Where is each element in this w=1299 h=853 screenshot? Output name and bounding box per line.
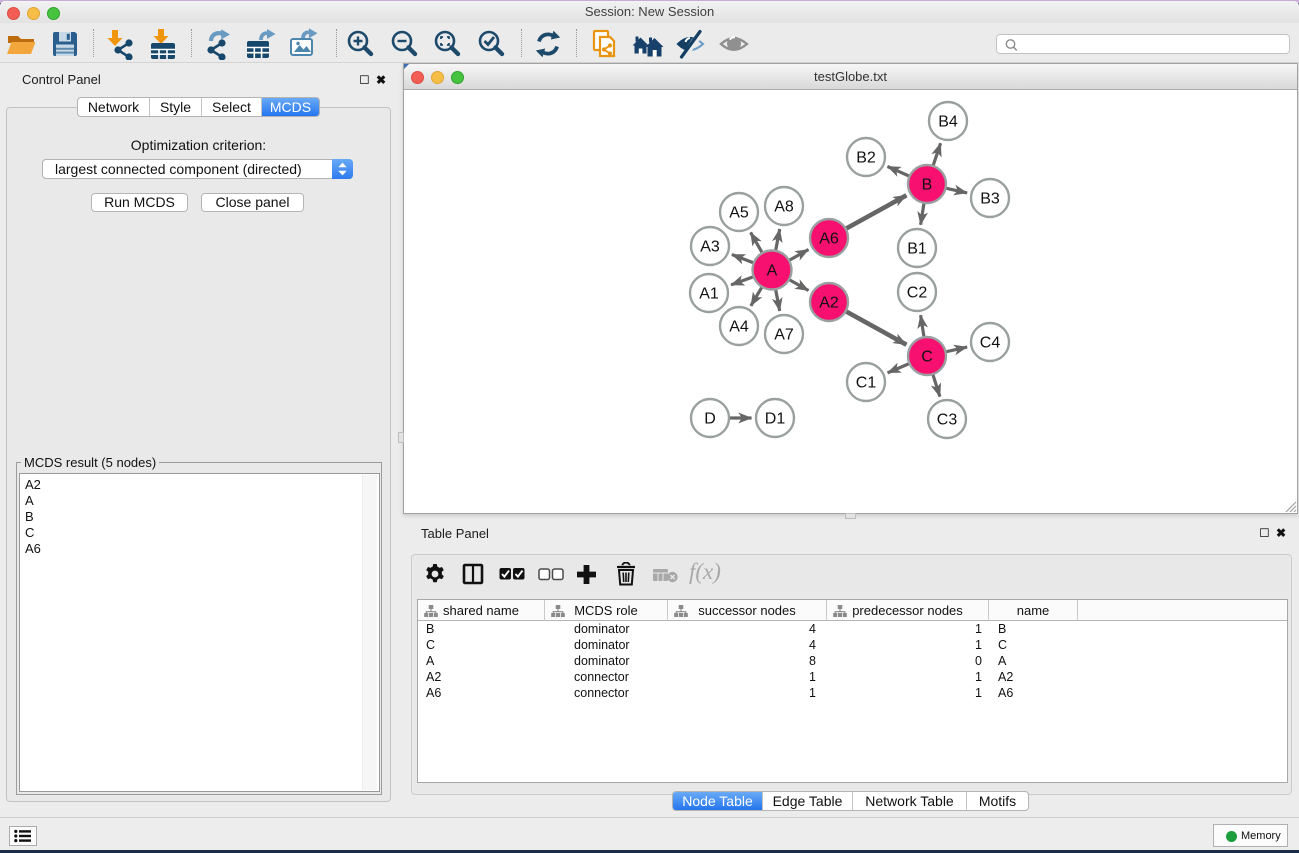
svg-text:B4: B4: [938, 114, 958, 131]
svg-text:C2: C2: [907, 285, 928, 302]
svg-text:C: C: [921, 349, 933, 366]
svg-text:B3: B3: [980, 191, 1000, 208]
svg-text:D1: D1: [765, 411, 786, 428]
svg-text:A4: A4: [729, 319, 749, 336]
svg-text:A5: A5: [729, 205, 749, 222]
svg-text:D: D: [704, 411, 716, 428]
svg-text:B1: B1: [907, 241, 927, 258]
svg-text:A7: A7: [774, 327, 794, 344]
svg-text:B: B: [922, 177, 933, 194]
svg-text:A2: A2: [819, 295, 839, 312]
svg-text:C1: C1: [856, 375, 877, 392]
svg-text:B2: B2: [856, 150, 876, 167]
svg-text:C4: C4: [980, 335, 1001, 352]
svg-text:A6: A6: [819, 231, 839, 248]
svg-text:C3: C3: [937, 412, 958, 429]
svg-text:A1: A1: [699, 286, 719, 303]
svg-text:A3: A3: [700, 239, 720, 256]
svg-text:A8: A8: [774, 199, 794, 216]
svg-text:A: A: [767, 263, 778, 280]
